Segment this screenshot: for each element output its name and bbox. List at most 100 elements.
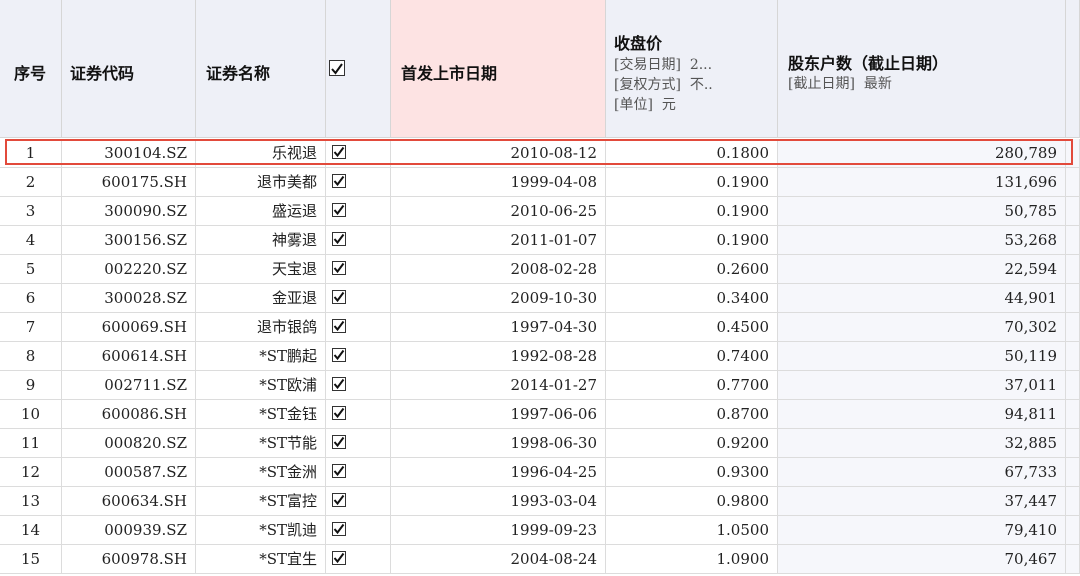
check-icon [333,175,345,187]
cell-name: 盛运退 [196,197,326,226]
cell-holders: 44,901 [778,284,1066,313]
cell-select [326,458,391,487]
cell-holders: 67,733 [778,458,1066,487]
row-checkbox[interactable] [332,290,346,304]
row-checkbox[interactable] [332,406,346,420]
cell-close-price: 0.7400 [606,342,778,371]
row-checkbox[interactable] [332,493,346,507]
cell-name: *ST凯迪 [196,516,326,545]
cell-close-price: 0.9200 [606,429,778,458]
row-checkbox[interactable] [332,232,346,246]
cell-seq: 3 [0,197,62,226]
cell-select [326,545,391,574]
cell-filler [1066,139,1080,168]
cell-select [326,371,391,400]
row-checkbox[interactable] [332,261,346,275]
header-holders[interactable]: 股东户数（截止日期） [截止日期] 最新 [778,0,1066,138]
cell-code: 600614.SH [62,342,196,371]
table-row[interactable]: 7 600069.SH 退市银鸽 1997-04-30 0.4500 70,302 [0,313,1080,342]
header-close-price-param: [交易日期] 2... [614,57,713,73]
cell-filler [1066,342,1080,371]
row-checkbox[interactable] [332,319,346,333]
check-icon [333,552,345,564]
cell-seq: 9 [0,371,62,400]
check-icon [333,146,345,158]
cell-close-price: 0.4500 [606,313,778,342]
row-checkbox[interactable] [332,522,346,536]
table-row[interactable]: 9 002711.SZ *ST欧浦 2014-01-27 0.7700 37,011 [0,371,1080,400]
cell-filler [1066,487,1080,516]
check-icon [333,407,345,419]
table-row[interactable]: 15 600978.SH *ST宜生 2004-08-24 1.0900 70,467 [0,545,1080,574]
table-row[interactable]: 6 300028.SZ 金亚退 2009-10-30 0.3400 44,901 [0,284,1080,313]
cell-code: 300090.SZ [62,197,196,226]
header-seq[interactable]: 序号 [0,0,62,138]
cell-close-price: 1.0500 [606,516,778,545]
cell-holders: 70,467 [778,545,1066,574]
cell-close-price: 0.3400 [606,284,778,313]
table-row[interactable]: 2 600175.SH 退市美都 1999-04-08 0.1900 131,696 [0,168,1080,197]
header-close-price[interactable]: 收盘价 [交易日期] 2... [复权方式] 不.. [单位] 元 [606,0,778,138]
cell-listing-date: 2008-02-28 [391,255,606,284]
cell-filler [1066,197,1080,226]
cell-code: 002220.SZ [62,255,196,284]
cell-name: *ST节能 [196,429,326,458]
check-icon [333,436,345,448]
cell-filler [1066,429,1080,458]
check-icon [333,494,345,506]
cell-code: 300156.SZ [62,226,196,255]
cell-holders: 32,885 [778,429,1066,458]
table-row[interactable]: 14 000939.SZ *ST凯迪 1999-09-23 1.0500 79,410 [0,516,1080,545]
table-row[interactable]: 4 300156.SZ 神雾退 2011-01-07 0.1900 53,268 [0,226,1080,255]
cell-code: 600069.SH [62,313,196,342]
row-checkbox[interactable] [332,145,346,159]
cell-filler [1066,371,1080,400]
cell-close-price: 0.2600 [606,255,778,284]
row-checkbox[interactable] [332,203,346,217]
table-row[interactable]: 13 600634.SH *ST富控 1993-03-04 0.9800 37,447 [0,487,1080,516]
cell-name: *ST宜生 [196,545,326,574]
table-row[interactable]: 5 002220.SZ 天宝退 2008-02-28 0.2600 22,594 [0,255,1080,284]
cell-name: 金亚退 [196,284,326,313]
header-filler [1066,0,1080,138]
cell-seq: 7 [0,313,62,342]
table-row[interactable]: 8 600614.SH *ST鹏起 1992-08-28 0.7400 50,119 [0,342,1080,371]
cell-filler [1066,255,1080,284]
row-checkbox[interactable] [332,377,346,391]
cell-seq: 10 [0,400,62,429]
row-checkbox[interactable] [332,464,346,478]
table-row[interactable]: 10 600086.SH *ST金钰 1997-06-06 0.8700 94,811 [0,400,1080,429]
header-code[interactable]: 证券代码 [62,0,196,138]
cell-code: 300028.SZ [62,284,196,313]
header-select-all-checkbox[interactable] [329,60,345,76]
cell-listing-date: 2009-10-30 [391,284,606,313]
row-checkbox[interactable] [332,551,346,565]
cell-listing-date: 1997-04-30 [391,313,606,342]
check-icon [333,204,345,216]
cell-filler [1066,226,1080,255]
table-row[interactable]: 12 000587.SZ *ST金洲 1996-04-25 0.9300 67,733 [0,458,1080,487]
cell-seq: 2 [0,168,62,197]
header-name[interactable]: 证券名称 [196,0,326,138]
cell-code: 600634.SH [62,487,196,516]
cell-listing-date: 1999-04-08 [391,168,606,197]
check-icon [333,465,345,477]
row-checkbox[interactable] [332,348,346,362]
cell-holders: 37,011 [778,371,1066,400]
row-checkbox[interactable] [332,435,346,449]
table-row[interactable]: 11 000820.SZ *ST节能 1998-06-30 0.9200 32,885 [0,429,1080,458]
row-checkbox[interactable] [332,174,346,188]
cell-name: 退市银鸽 [196,313,326,342]
table-row[interactable]: 3 300090.SZ 盛运退 2010-06-25 0.1900 50,785 [0,197,1080,226]
cell-listing-date: 2004-08-24 [391,545,606,574]
cell-close-price: 0.1800 [606,139,778,168]
header-listing-date[interactable]: 首发上市日期 [391,0,606,138]
table-row[interactable]: 1 300104.SZ 乐视退 2010-08-12 0.1800 280,789 [0,139,1080,168]
check-icon [333,349,345,361]
cell-close-price: 0.9300 [606,458,778,487]
cell-listing-date: 1992-08-28 [391,342,606,371]
header-select[interactable] [326,0,391,138]
cell-listing-date: 1993-03-04 [391,487,606,516]
cell-code: 000820.SZ [62,429,196,458]
cell-close-price: 0.9800 [606,487,778,516]
